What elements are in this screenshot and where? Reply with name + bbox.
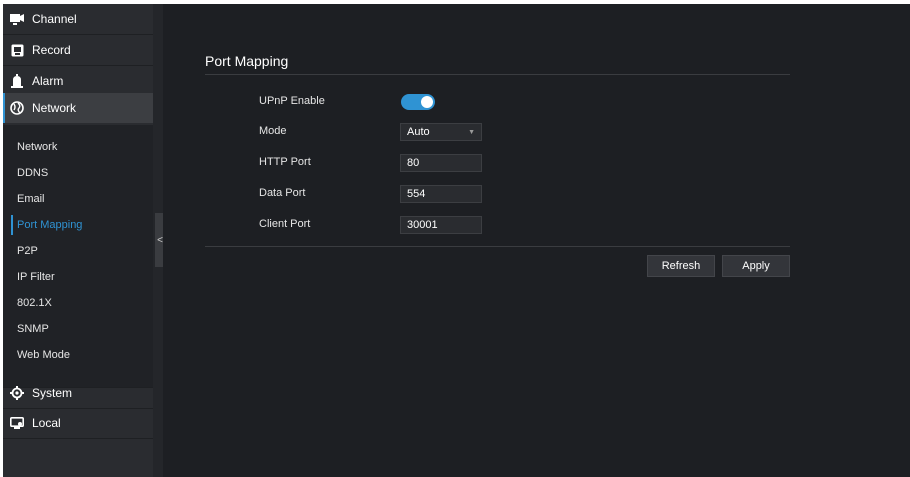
- sidebar-item-local[interactable]: Local: [3, 408, 153, 438]
- sidebar-item-network[interactable]: Network: [3, 93, 153, 123]
- submenu-item-ip-filter[interactable]: IP Filter: [11, 267, 151, 287]
- mode-select[interactable]: Auto ▼: [400, 123, 482, 141]
- alarm-icon: [10, 74, 24, 88]
- upnp-toggle[interactable]: [401, 94, 435, 110]
- http-port-label: HTTP Port: [259, 156, 311, 168]
- data-port-input[interactable]: 554: [400, 185, 482, 203]
- submenu-item-web-mode[interactable]: Web Mode: [11, 345, 151, 365]
- divider: [3, 438, 153, 439]
- client-port-value: 30001: [407, 219, 438, 231]
- apply-button[interactable]: Apply: [722, 255, 790, 277]
- http-port-input[interactable]: 80: [400, 154, 482, 172]
- upnp-label: UPnP Enable: [259, 95, 325, 107]
- record-icon: [10, 43, 24, 57]
- sidebar-item-system[interactable]: System: [3, 378, 153, 408]
- sidebar-item-record[interactable]: Record: [3, 35, 153, 65]
- sidebar-item-alarm[interactable]: Alarm: [3, 66, 153, 96]
- app-window: Channel Record Alarm Network Network DDN…: [3, 4, 910, 477]
- sidebar: Channel Record Alarm Network Network DDN…: [3, 4, 153, 477]
- divider: [205, 246, 790, 247]
- mode-label: Mode: [259, 125, 287, 137]
- chevron-down-icon: ▼: [468, 129, 475, 136]
- mode-value: Auto: [407, 126, 430, 138]
- sidebar-item-label: Local: [32, 416, 61, 430]
- local-icon: [10, 416, 24, 430]
- submenu-item-label: 802.1X: [17, 297, 52, 309]
- submenu-item-label: P2P: [17, 245, 38, 257]
- submenu-item-label: Email: [17, 193, 45, 205]
- submenu-item-port-mapping[interactable]: Port Mapping: [11, 215, 151, 235]
- sidebar-item-label: Alarm: [32, 74, 64, 88]
- http-port-value: 80: [407, 157, 420, 169]
- globe-icon: [10, 101, 24, 115]
- client-port-input[interactable]: 30001: [400, 216, 482, 234]
- sidebar-item-label: Record: [32, 43, 71, 57]
- client-port-label: Client Port: [259, 218, 311, 230]
- gear-icon: [10, 386, 24, 400]
- channel-icon: [10, 12, 24, 26]
- submenu-item-snmp[interactable]: SNMP: [11, 319, 151, 339]
- divider: [205, 74, 790, 75]
- submenu-item-label: SNMP: [17, 323, 49, 335]
- main-panel: Port Mapping UPnP Enable Mode Auto ▼ HTT…: [163, 4, 910, 477]
- data-port-value: 554: [407, 188, 426, 200]
- sidebar-item-channel[interactable]: Channel: [3, 4, 153, 34]
- submenu-item-label: Port Mapping: [17, 219, 83, 231]
- submenu-item-network[interactable]: Network: [11, 137, 151, 157]
- submenu-item-8021x[interactable]: 802.1X: [11, 293, 151, 313]
- data-port-label: Data Port: [259, 187, 306, 199]
- sidebar-item-label: System: [32, 386, 73, 400]
- sidebar-item-label: Channel: [32, 12, 77, 26]
- submenu-item-p2p[interactable]: P2P: [11, 241, 151, 261]
- refresh-button[interactable]: Refresh: [647, 255, 715, 277]
- submenu-item-label: Network: [17, 141, 58, 153]
- submenu-item-ddns[interactable]: DDNS: [11, 163, 151, 183]
- submenu-item-label: IP Filter: [17, 271, 55, 283]
- network-submenu: Network DDNS Email Port Mapping P2P IP F…: [3, 125, 153, 387]
- sidebar-item-label: Network: [32, 101, 77, 115]
- page-title: Port Mapping: [205, 53, 289, 69]
- toggle-knob: [421, 96, 433, 108]
- submenu-item-email[interactable]: Email: [11, 189, 151, 209]
- submenu-item-label: DDNS: [17, 167, 49, 179]
- submenu-item-label: Web Mode: [17, 349, 70, 361]
